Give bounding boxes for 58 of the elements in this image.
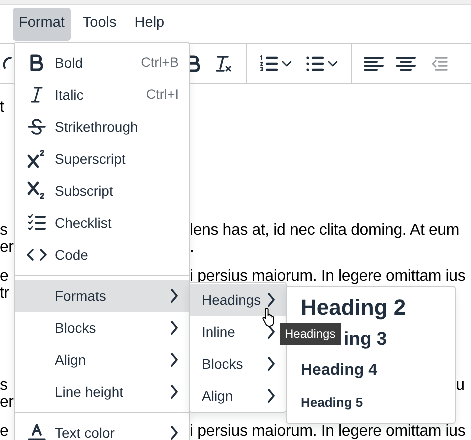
text-line: i persius maiorum. In legere omittam ius — [190, 422, 466, 440]
align-center-icon — [396, 54, 416, 72]
menu-item[interactable]: Checklist — [15, 207, 189, 239]
menu-item[interactable]: Line height — [15, 376, 189, 408]
shortcut-text: Ctrl+B — [141, 54, 179, 72]
text-line: er — [0, 394, 14, 410]
bulleted-list-icon — [305, 54, 325, 74]
menu-item[interactable]: Heading 2 — [287, 291, 455, 323]
menu-item[interactable]: Superscript — [15, 143, 189, 175]
menu-item[interactable]: Heading 5 — [287, 387, 455, 419]
menu-item[interactable]: Align — [15, 344, 189, 376]
text-line: er — [0, 238, 14, 256]
chevron-right-icon — [169, 353, 179, 367]
shortcut-text: Ctrl+I — [146, 86, 179, 104]
checklist-icon — [27, 213, 47, 233]
menu-item[interactable]: Tools — [76, 8, 123, 40]
menu-item[interactable]: Format — [13, 8, 71, 40]
text-line: t — [0, 98, 4, 116]
clear-formatting-icon — [214, 54, 234, 74]
text-line: e — [0, 422, 9, 440]
menu-item[interactable]: Code — [15, 239, 189, 271]
menu-item[interactable]: Blocks — [15, 312, 189, 344]
chevron-right-icon — [266, 325, 276, 339]
chevron-right-icon — [169, 385, 179, 399]
text-color-icon — [26, 423, 48, 440]
menu-item[interactable]: Italic Ctrl+I — [15, 79, 189, 111]
text-line: lens has at, id nec clita doming. At eum — [190, 222, 460, 238]
chevron-right-icon — [169, 289, 179, 303]
menu-item[interactable]: Subscript — [15, 175, 189, 207]
menu-item[interactable]: Heading 4 — [287, 355, 455, 387]
tooltip: Headings — [280, 323, 341, 345]
menu-item[interactable]: Text color — [15, 417, 189, 440]
menu-item[interactable]: Bold Ctrl+B — [15, 47, 189, 79]
text-line: s — [0, 222, 8, 238]
menu-item[interactable]: Align — [190, 380, 286, 412]
chevron-right-icon — [169, 321, 179, 335]
text-line: s — [0, 376, 8, 394]
chevron-right-icon — [266, 293, 276, 307]
chevron-right-icon — [266, 357, 276, 371]
text-line: u — [456, 376, 465, 394]
menu-item[interactable]: Strikethrough — [15, 111, 189, 143]
menu-item[interactable]: Formats — [15, 280, 189, 312]
text-line: i persius maiorum. In legere omittam ius — [190, 268, 466, 284]
code-icon — [27, 246, 47, 264]
strikethrough-icon — [27, 118, 47, 136]
chevron-right-icon — [266, 389, 276, 403]
bold-icon — [28, 54, 46, 72]
numbered-list-icon — [259, 54, 279, 74]
text-line: tr — [0, 284, 10, 302]
menu-item[interactable]: ing 3 — [344, 323, 455, 355]
text-line: . — [190, 238, 194, 256]
align-left-icon — [364, 54, 384, 72]
menu-item[interactable]: Headings — [190, 284, 286, 316]
menu-item[interactable]: Blocks — [190, 348, 286, 380]
menu-item[interactable]: Help — [128, 8, 171, 40]
italic-icon — [29, 86, 45, 104]
text-line: e — [0, 268, 9, 284]
chevron-right-icon — [169, 426, 179, 440]
